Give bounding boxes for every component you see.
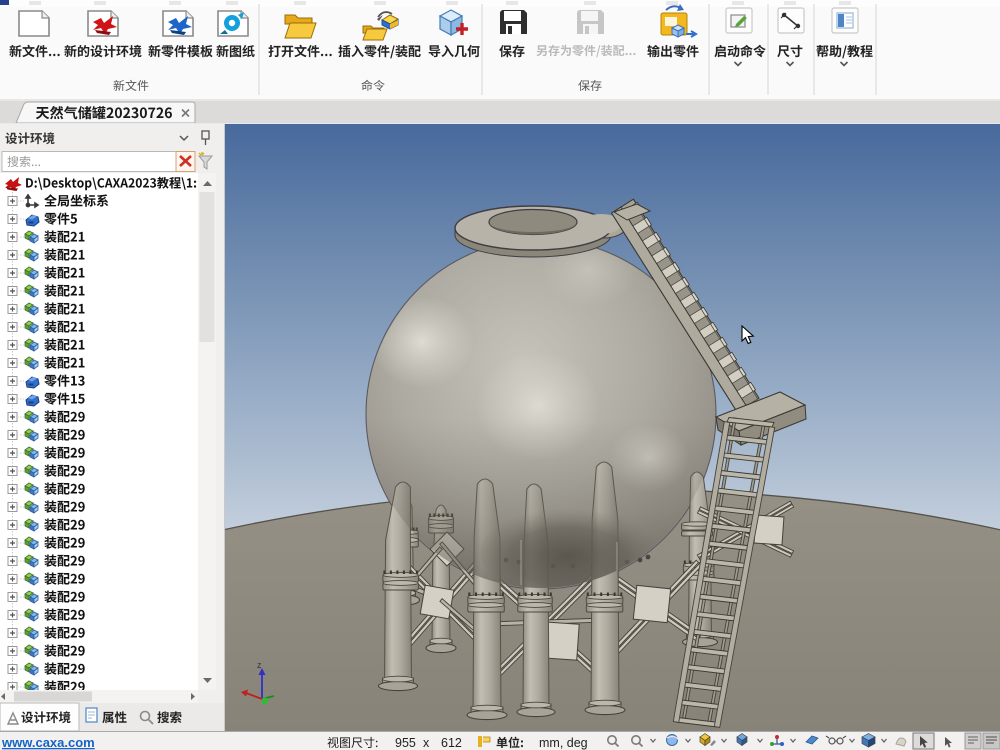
svg-text:x: x <box>423 736 430 750</box>
svg-text:www.caxa.com: www.caxa.com <box>1 735 95 750</box>
svg-text:955: 955 <box>395 736 416 750</box>
svg-text:612: 612 <box>441 736 462 750</box>
svg-text:mm, deg: mm, deg <box>539 736 588 750</box>
